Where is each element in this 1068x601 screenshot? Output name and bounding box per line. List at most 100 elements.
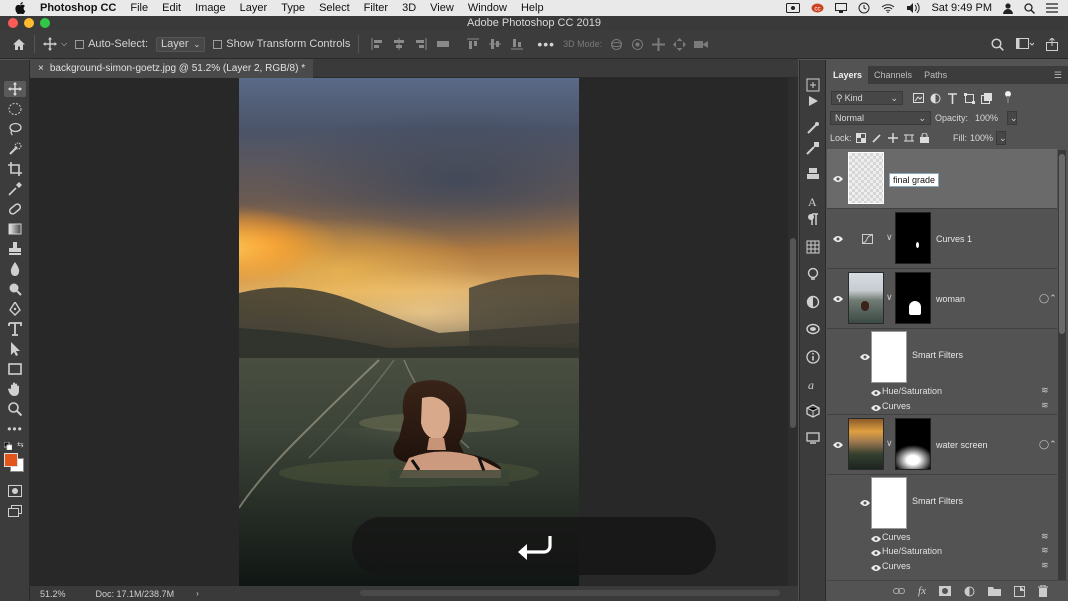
move-tool-icon[interactable] <box>4 81 26 97</box>
zoom-icon[interactable] <box>7 401 23 417</box>
align-center-h-icon[interactable] <box>393 38 405 50</box>
close-tab-icon[interactable]: × <box>38 63 44 74</box>
screen-mode-icon[interactable] <box>7 503 23 519</box>
swatches-icon[interactable] <box>806 240 820 254</box>
apple-icon[interactable] <box>12 2 28 14</box>
filter-shape-icon[interactable] <box>964 92 975 104</box>
fill-input[interactable]: 100% <box>970 133 993 143</box>
layer-thumbnail[interactable] <box>848 272 884 324</box>
smart-filter-mask-thumbnail[interactable] <box>871 477 907 529</box>
filter-row-curves[interactable]: Curves ≋ <box>827 531 1057 546</box>
menu-list-icon[interactable] <box>1046 3 1058 13</box>
paragraph-icon[interactable] <box>806 212 820 226</box>
user-icon[interactable] <box>1003 2 1013 14</box>
layer-thumbnail[interactable] <box>848 152 884 204</box>
move-tool-preset-icon[interactable]: ⌵ <box>43 37 67 51</box>
play-actions-icon[interactable] <box>806 94 820 108</box>
menu-filter[interactable]: Filter <box>364 2 388 14</box>
new-group-icon[interactable] <box>988 586 1001 596</box>
3d-orbit-icon[interactable] <box>610 38 623 51</box>
link-layers-icon[interactable] <box>893 587 906 595</box>
rectangle-icon[interactable] <box>7 361 23 377</box>
align-middle-v-icon[interactable] <box>489 38 502 50</box>
menu-select[interactable]: Select <box>319 2 350 14</box>
opacity-input[interactable]: 100% <box>971 111 1007 125</box>
visibility-eye-icon[interactable] <box>871 389 881 397</box>
transform-controls-box[interactable] <box>213 39 223 49</box>
3d-roll-icon[interactable] <box>631 38 644 51</box>
time-machine-icon[interactable] <box>858 2 870 14</box>
lock-transparent-icon[interactable] <box>855 133 866 143</box>
align-right-icon[interactable] <box>415 38 427 50</box>
smart-filters-toggle-icon[interactable]: ◯⌃ <box>1039 439 1057 450</box>
info-icon[interactable] <box>806 350 820 364</box>
layer-name-input[interactable]: final grade <box>889 173 940 187</box>
history-icon[interactable] <box>806 78 820 92</box>
menu-3d[interactable]: 3D <box>402 2 416 14</box>
status-menu-icon[interactable]: › <box>196 589 199 598</box>
menu-help[interactable]: Help <box>521 2 544 14</box>
filter-toggle-icon[interactable] <box>1004 91 1012 105</box>
layer-thumbnail[interactable] <box>848 418 884 470</box>
mask-link-icon[interactable]: ∨ <box>886 438 893 449</box>
add-mask-icon[interactable] <box>939 586 951 596</box>
document-image[interactable] <box>239 78 579 586</box>
filter-options-icon[interactable]: ≋ <box>1041 545 1049 556</box>
path-select-icon[interactable] <box>7 341 23 357</box>
tab-paths[interactable]: Paths <box>918 66 953 84</box>
opacity-dropdown[interactable]: ⌄ <box>1007 111 1018 125</box>
eyedropper-icon[interactable] <box>7 181 23 197</box>
fill-dropdown[interactable]: ⌄ <box>996 131 1007 145</box>
learn-icon[interactable] <box>806 267 820 281</box>
layer-row-water-screen[interactable]: ∨ water screen ◯⌃ <box>827 415 1057 475</box>
home-icon[interactable] <box>12 38 26 51</box>
menubar-clock[interactable]: Sat 9:49 PM <box>931 2 992 14</box>
canvas-vertical-scrollbar[interactable] <box>788 78 798 586</box>
filter-type-icon[interactable] <box>947 92 958 104</box>
quick-select-icon[interactable] <box>7 141 23 157</box>
lasso-icon[interactable] <box>7 121 23 137</box>
delete-layer-icon[interactable] <box>1038 585 1048 597</box>
visibility-eye-icon[interactable] <box>833 441 843 449</box>
edit-toolbar-icon[interactable]: ••• <box>7 421 23 437</box>
mask-link-icon[interactable]: ∨ <box>886 292 893 303</box>
menu-image[interactable]: Image <box>195 2 226 14</box>
visibility-eye-icon[interactable] <box>871 404 881 412</box>
quick-mask-icon[interactable] <box>7 483 23 499</box>
crop-icon[interactable] <box>7 161 23 177</box>
menu-app-name[interactable]: Photoshop CC <box>40 2 116 14</box>
clone-source-icon[interactable] <box>806 167 820 181</box>
share-icon[interactable] <box>1046 37 1058 51</box>
layers-scrollbar-thumb[interactable] <box>1059 154 1065 334</box>
visibility-eye-icon[interactable] <box>860 353 870 361</box>
filter-options-icon[interactable]: ≋ <box>1041 400 1049 411</box>
minimize-window-button[interactable] <box>24 18 34 28</box>
libraries-icon[interactable] <box>806 322 820 336</box>
visibility-eye-icon[interactable] <box>833 175 843 183</box>
align-left-icon[interactable] <box>371 38 383 50</box>
menu-file[interactable]: File <box>130 2 148 14</box>
mask-link-icon[interactable]: ∨ <box>886 232 893 243</box>
show-transform-controls-checkbox[interactable]: Show Transform Controls <box>213 38 350 50</box>
auto-select-box[interactable] <box>75 39 85 49</box>
3d-camera-icon[interactable] <box>694 39 709 50</box>
marquee-icon[interactable] <box>7 101 23 117</box>
filter-row-curves[interactable]: Curves ≋ <box>827 400 1057 415</box>
filter-kind-dropdown[interactable]: ⚲ Kind ⌄ <box>831 91 903 105</box>
smart-filters-row[interactable]: Smart Filters <box>827 475 1057 531</box>
type-icon[interactable] <box>7 321 23 337</box>
smart-filters-row[interactable]: Smart Filters <box>827 329 1057 385</box>
visibility-eye-icon[interactable] <box>871 535 881 543</box>
visibility-eye-icon[interactable] <box>833 295 843 303</box>
filter-row-hue-saturation[interactable]: Hue/Saturation ≋ <box>827 545 1057 560</box>
visibility-eye-icon[interactable] <box>871 549 881 557</box>
scrollbar-thumb[interactable] <box>790 238 796 428</box>
display-icon[interactable] <box>835 3 848 13</box>
stamp-icon[interactable] <box>7 241 23 257</box>
filter-adjustment-icon[interactable] <box>930 93 941 104</box>
layer-mask-thumbnail[interactable] <box>895 418 931 470</box>
workspace-icon[interactable] <box>1016 38 1034 50</box>
auto-select-checkbox[interactable]: Auto-Select: <box>75 38 148 50</box>
swap-colors-icon[interactable]: ⇆ <box>17 440 25 449</box>
zoom-level[interactable]: 51.2% <box>40 589 66 599</box>
